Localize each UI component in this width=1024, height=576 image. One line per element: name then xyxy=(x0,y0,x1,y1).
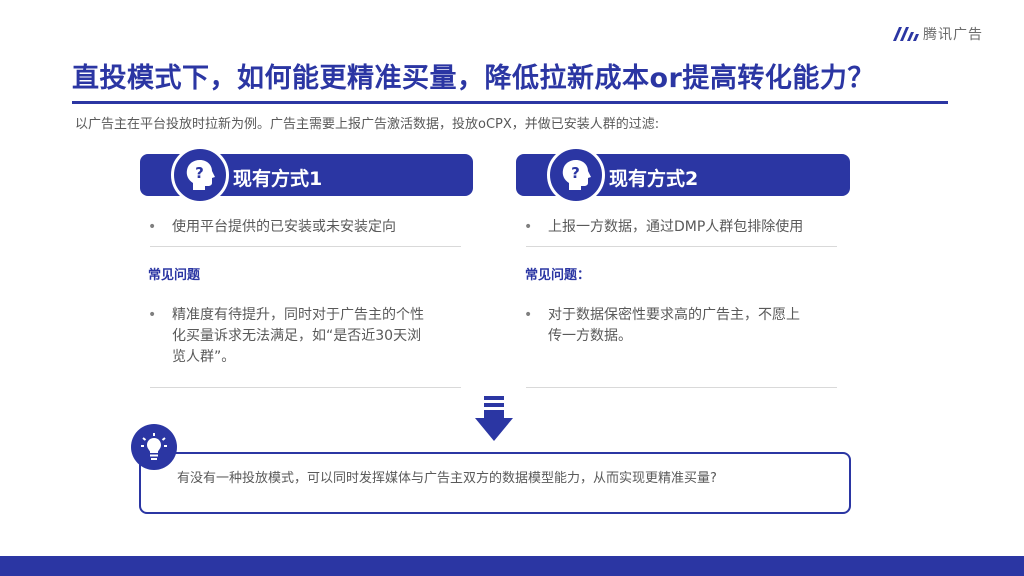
method-2-problems-label: 常见问题： xyxy=(525,268,591,283)
svg-text:?: ? xyxy=(195,164,204,182)
head-question-icon: ? xyxy=(171,146,229,204)
method-2-problems: • 对于数据保密性要求高的广告主，不愿上 传一方数据。 xyxy=(524,305,800,347)
brand-logo: 腾讯广告 xyxy=(893,24,983,44)
method-1-problem-line-2: 化买量诉求无法满足，如“是否近30天浏 xyxy=(172,328,422,344)
brand-logo-text: 腾讯广告 xyxy=(923,27,983,43)
method-1-bullet-text: 使用平台提供的已安装或未安装定向 xyxy=(172,219,396,235)
method-1-problem-line-3: 览人群”。 xyxy=(172,349,236,365)
bullet-dot: • xyxy=(524,219,533,235)
page-subtitle: 以广告主在平台投放时拉新为例。广告主需要上报广告激活数据，投放oCPX，并做已安… xyxy=(75,117,660,132)
method-1-separator-bottom xyxy=(150,387,461,388)
method-1-problem-line-1: 精准度有待提升，同时对于广告主的个性 xyxy=(172,307,424,323)
method-1-bullet: • 使用平台提供的已安装或未安装定向 xyxy=(148,217,396,238)
method-2-problem-line-2: 传一方数据。 xyxy=(548,328,632,344)
bullet-dot: • xyxy=(148,307,157,323)
method-2-separator-bottom xyxy=(526,387,837,388)
bullet-dot: • xyxy=(148,219,157,235)
page-title: 直投模式下，如何能更精准买量，降低拉新成本or提高转化能力？ xyxy=(72,63,875,94)
tencent-ads-logo-icon xyxy=(893,27,919,41)
lightbulb-icon xyxy=(131,424,177,470)
down-arrow-icon xyxy=(475,396,513,446)
method-2-separator-top xyxy=(526,246,837,247)
method-2-bullet-text: 上报一方数据，通过DMP人群包排除使用 xyxy=(548,219,804,235)
method-2-bullet: • 上报一方数据，通过DMP人群包排除使用 xyxy=(524,217,804,238)
method-2-problem-line-1: 对于数据保密性要求高的广告主，不愿上 xyxy=(548,307,800,323)
method-1-header-label: 现有方式1 xyxy=(233,168,323,190)
head-question-icon: ? xyxy=(547,146,605,204)
title-divider xyxy=(72,101,948,104)
conclusion-text: 有没有一种投放模式，可以同时发挥媒体与广告主双方的数据模型能力，从而实现更精准买… xyxy=(177,471,717,486)
footer-bar xyxy=(0,556,1024,576)
method-1-problems-label: 常见问题 xyxy=(148,268,201,283)
bullet-dot: • xyxy=(524,307,533,323)
method-1-problems: • 精准度有待提升，同时对于广告主的个性 化买量诉求无法满足，如“是否近30天浏… xyxy=(148,305,424,368)
method-1-separator-top xyxy=(150,246,461,247)
method-2-header-label: 现有方式2 xyxy=(609,168,699,190)
svg-text:?: ? xyxy=(571,164,580,182)
